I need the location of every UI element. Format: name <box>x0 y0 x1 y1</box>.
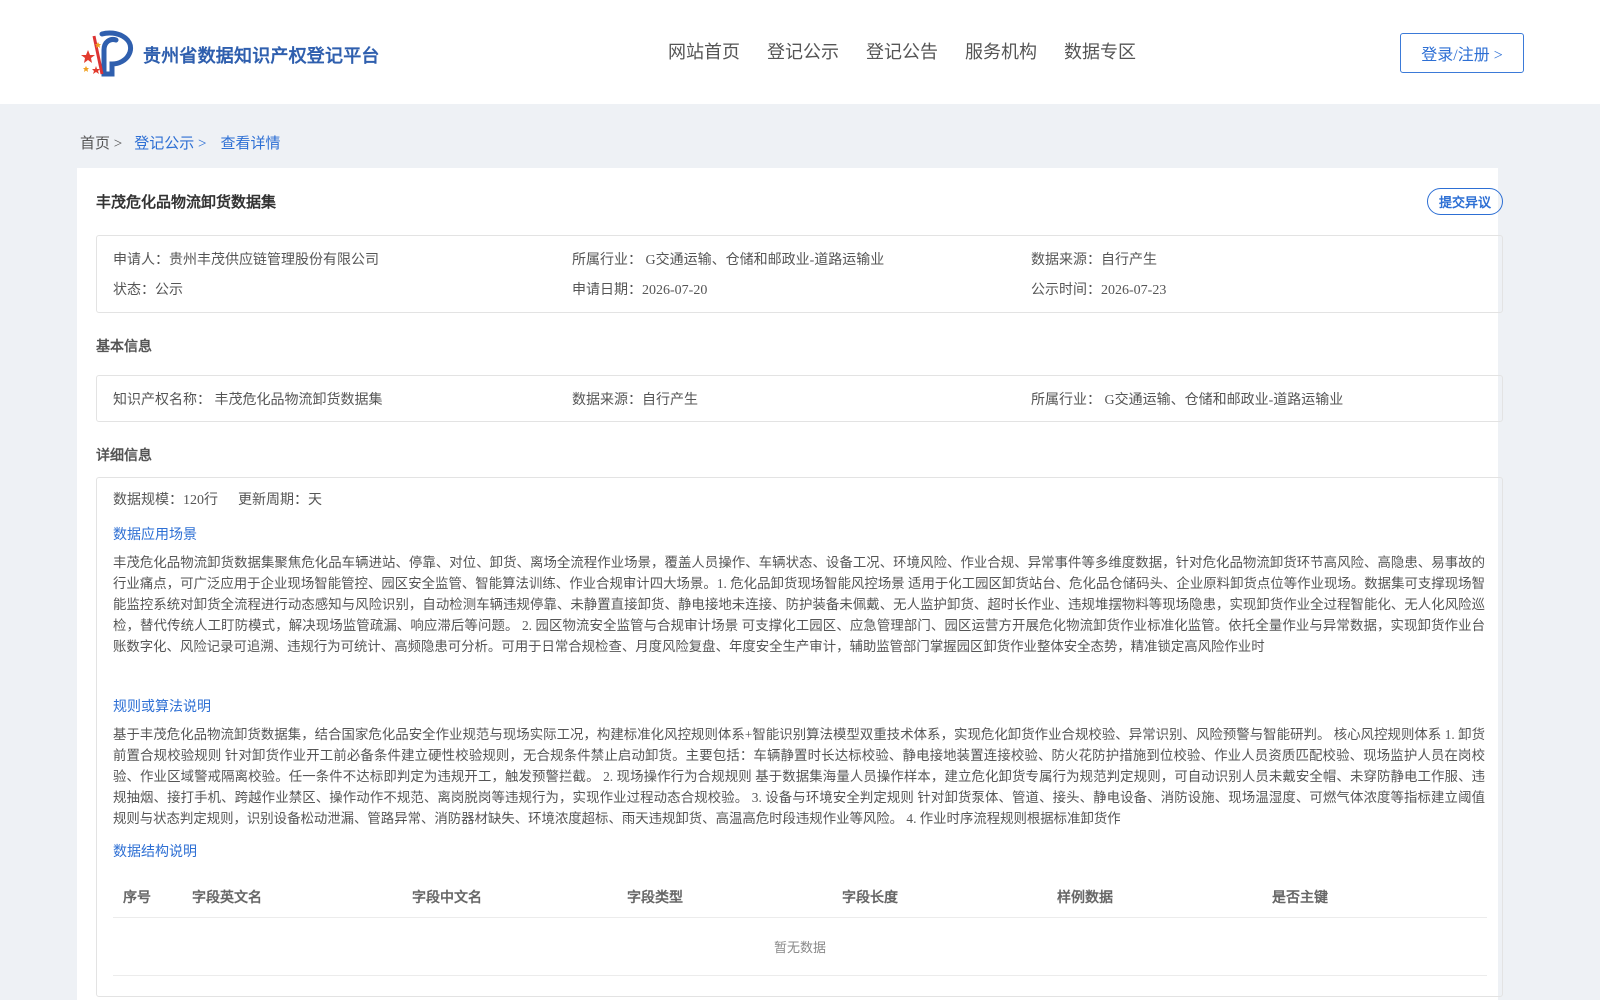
rules-title: 规则或算法说明 <box>113 700 211 715</box>
detail-panel: 丰茂危化品物流卸货数据集 提交异议 申请人：贵州丰茂供应链管理股份有限公司 所属… <box>77 168 1503 1000</box>
platform-name[interactable]: 贵州省数据知识产权登记平台 <box>143 42 380 68</box>
login-register-button[interactable]: 登录/注册 > <box>1400 33 1524 73</box>
scenario-title: 数据应用场景 <box>113 528 197 543</box>
data-scale: 数据规模：120行 <box>113 493 218 508</box>
table-empty-state: 暂无数据 <box>113 918 1487 976</box>
breadcrumb-publicity[interactable]: 登记公示 > <box>134 132 206 153</box>
apply-date: 申请日期：2026-07-20 <box>572 283 708 298</box>
page-title: 丰茂危化品物流卸货数据集 <box>96 193 277 211</box>
breadcrumb: 首页 > 登记公示 > 查看详情 <box>80 132 280 153</box>
data-source: 数据来源：自行产生 <box>1031 253 1157 268</box>
submit-objection-button[interactable]: 提交异议 <box>1427 188 1503 215</box>
nav-data-zone[interactable]: 数据专区 <box>1064 38 1136 64</box>
update-cycle: 更新周期：天 <box>238 493 322 508</box>
nav-registration-publicity[interactable]: 登记公示 <box>767 38 839 64</box>
nav-service-agencies[interactable]: 服务机构 <box>965 38 1037 64</box>
data-scale-row: 数据规模：120行 更新周期：天 <box>113 489 342 509</box>
detail-info-box: 数据规模：120行 更新周期：天 数据应用场景 丰茂危化品物流卸货数据集聚焦危化品… <box>96 477 1503 997</box>
industry: 所属行业： G交通运输、仓储和邮政业-道路运输业 <box>572 253 885 268</box>
table-header: 序号 字段英文名 字段中文名 字段类型 字段长度 样例数据 是否主键 <box>113 876 1487 918</box>
th-sample: 样例数据 <box>1057 890 1113 906</box>
th-field-en: 字段英文名 <box>192 890 262 906</box>
nav-registration-announcement[interactable]: 登记公告 <box>866 38 938 64</box>
rules-text: 基于丰茂危化品物流卸货数据集，结合国家危化品安全作业规范与现场实际工况，构建标准… <box>113 727 1485 826</box>
scenario-text: 丰茂危化品物流卸货数据集聚焦危化品车辆进站、停靠、对位、卸货、离场全流程作业场景… <box>113 555 1485 654</box>
basic-info-heading: 基本信息 <box>96 339 152 355</box>
publish-date: 公示时间：2026-07-23 <box>1031 283 1167 298</box>
top-header: 贵州省数据知识产权登记平台 网站首页 登记公示 登记公告 服务机构 数据专区 登… <box>0 0 1600 104</box>
data-structure-table: 序号 字段英文名 字段中文名 字段类型 字段长度 样例数据 是否主键 暂无数据 <box>113 876 1487 976</box>
th-field-type: 字段类型 <box>627 890 683 906</box>
breadcrumb-home[interactable]: 首页 > <box>80 132 122 153</box>
basic-data-source: 数据来源：自行产生 <box>572 393 698 408</box>
nav-home[interactable]: 网站首页 <box>668 38 740 64</box>
applicant: 申请人：贵州丰茂供应链管理股份有限公司 <box>113 253 379 268</box>
main-nav: 网站首页 登记公示 登记公告 服务机构 数据专区 <box>668 38 1163 64</box>
ip-name: 知识产权名称： 丰茂危化品物流卸货数据集 <box>113 393 383 408</box>
th-field-length: 字段长度 <box>842 890 898 906</box>
detail-info-heading: 详细信息 <box>96 448 152 464</box>
breadcrumb-current: 查看详情 <box>220 136 281 152</box>
basic-info-box: 知识产权名称： 丰茂危化品物流卸货数据集 数据来源：自行产生 所属行业： G交通… <box>96 375 1503 422</box>
structure-title: 数据结构说明 <box>113 845 197 860</box>
basic-industry: 所属行业： G交通运输、仓储和邮政业-道路运输业 <box>1031 393 1344 408</box>
th-field-cn: 字段中文名 <box>412 890 482 906</box>
th-primary-key: 是否主键 <box>1272 890 1328 906</box>
summary-box: 申请人：贵州丰茂供应链管理股份有限公司 所属行业： G交通运输、仓储和邮政业-道… <box>96 235 1503 313</box>
th-index: 序号 <box>123 890 151 906</box>
status: 状态：公示 <box>113 283 183 298</box>
platform-logo-icon[interactable] <box>80 28 138 78</box>
